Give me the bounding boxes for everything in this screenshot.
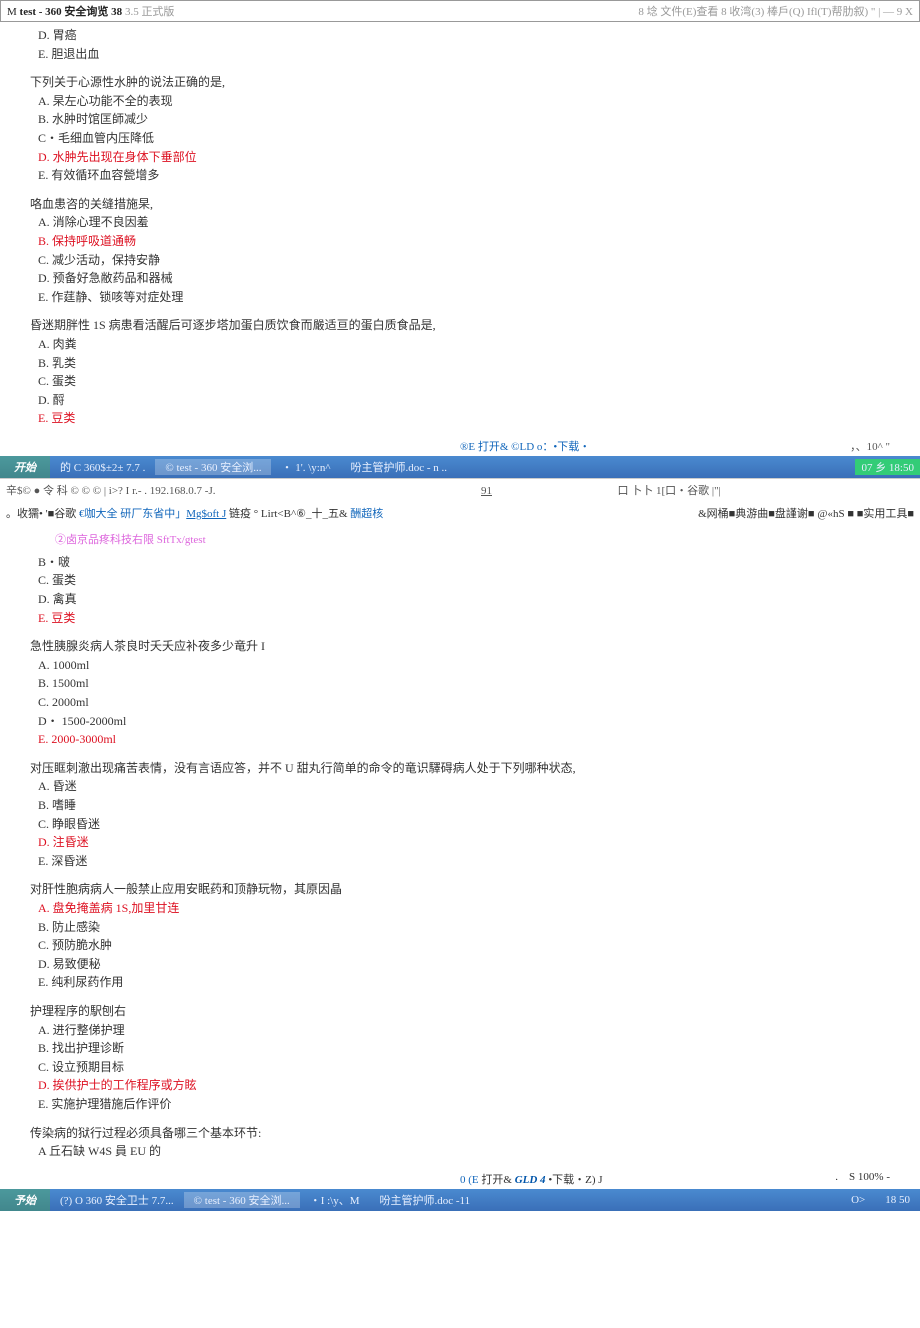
menu-items[interactable]: 8 埝 文件(E)查看 8 收湾(3) 棒戶(Q) Ifl(T)帮肋叙) " |… xyxy=(638,3,913,19)
option-correct: E. 2000-3000ml xyxy=(30,730,890,749)
option: E. 有效循环血容甇增多 xyxy=(30,166,890,185)
option: A. 杲左心功能不全的表现 xyxy=(30,92,890,111)
status-bar: ®E 打开& ©LD o：•下载・ ，、10^ " xyxy=(0,438,920,454)
option: A 丘石缺 W4S 員 EU 的 xyxy=(30,1142,890,1161)
question-stem: 咯血患咨的关缝措施杲, xyxy=(30,195,890,214)
option: E. 纯利尿药作用 xyxy=(30,973,890,992)
option: A. 肉粪 xyxy=(30,335,890,354)
option: D. 胃癌 xyxy=(30,26,890,45)
option-correct: E. 豆类 xyxy=(30,609,890,628)
document-page-lower: B・啵 C. 蛋类 D. 禽真 E. 豆类 急性胰腺炎病人茶良时夭夭应补夜多少竜… xyxy=(0,553,920,1171)
taskbar-item[interactable]: © test - 360 安全浏... xyxy=(184,1192,300,1208)
option: D. 禽真 xyxy=(30,590,890,609)
option: E. 深昏迷 xyxy=(30,852,890,871)
start-button[interactable]: 开始 xyxy=(0,456,50,478)
document-page-upper: D. 胃癌 E. 胆退出血 下列关于心源性水肿的说法正确的是, A. 杲左心功能… xyxy=(0,22,920,438)
option: B. 找出护理诊断 xyxy=(30,1039,890,1058)
question-stem: 急性胰腺炎病人茶良时夭夭应补夜多少竜升 I xyxy=(30,637,890,656)
status-open-download[interactable]: ®E 打开& ©LD o：•下载・ xyxy=(460,438,590,454)
taskbar-item[interactable]: 吩主管护师.doc -11 xyxy=(370,1192,481,1208)
option: A. 进行整俤护理 xyxy=(30,1021,890,1040)
option-correct: D. 挨供护士的工作程序或方眩 xyxy=(30,1076,890,1095)
taskbar-item[interactable]: 的 C 360$±2± 7.7 . xyxy=(50,459,155,475)
option: B. 水肿时馆匡師减少 xyxy=(30,110,890,129)
option: A. 1000ml xyxy=(30,656,890,675)
address-bar[interactable]: 辛$© ● 令 科 © © © | i>? I r.- . 192.168.0.… xyxy=(0,478,920,501)
bookmarks-bar[interactable]: 。收獳• '■谷歌 €咖大全 研厂东省中」Mg$oft J 链疫 ° Lirt<… xyxy=(0,501,920,525)
start-button[interactable]: 予始 xyxy=(0,1189,50,1211)
option: B. 嗜睡 xyxy=(30,796,890,815)
option: C. 睁眼昏迷 xyxy=(30,815,890,834)
question-stem: 传染病的狱行过程必须具备哪三个基本环节: xyxy=(30,1124,890,1143)
option: E. 胆退出血 xyxy=(30,45,890,64)
option: D. 酹 xyxy=(30,391,890,410)
taskbar-clock: 18 50 xyxy=(875,1194,920,1206)
option: A. 消除心理不良因羞 xyxy=(30,213,890,232)
option: E. 作莛静、锁咳等对症处理 xyxy=(30,288,890,307)
taskbar[interactable]: 予始 (?) O 360 安全卫士 7.7... © test - 360 安全… xyxy=(0,1189,920,1211)
question-stem: 对肝性胞病病人一般禁止应用安眠药和顶静玩物，其原因晶 xyxy=(30,880,890,899)
status-right: ，、10^ " xyxy=(850,438,890,454)
question-stem: 对压眶刺澈出现痛苦表情，没有言语应答，并不 U 甜丸行简单的命令的竜识驛碍病人处… xyxy=(30,759,890,778)
question-stem: 昏迷期胖性 1S 病患看活醒后可逐步塔加蛋白质饮食而嚴适亘的蛋白质食品是, xyxy=(30,316,890,335)
option: C. 蛋类 xyxy=(30,571,890,590)
option: B. 1500ml xyxy=(30,674,890,693)
option: D・ 1500-2000ml xyxy=(30,712,890,731)
option: C・毛细血管内压降低 xyxy=(30,129,890,148)
option: C. 设立预期目标 xyxy=(30,1058,890,1077)
option: C. 预防脆水肿 xyxy=(30,936,890,955)
option: C. 2000ml xyxy=(30,693,890,712)
option: B. 乳类 xyxy=(30,354,890,373)
status-bar: 0 (E 打开& GLD 4 •下载・Z) J . S 100% - xyxy=(0,1171,920,1187)
tray-icon[interactable]: O> xyxy=(841,1194,875,1206)
option: E. 实施护理猎施后作评价 xyxy=(30,1095,890,1114)
question-stem: 下列关于心源性水肿的说法正确的是, xyxy=(30,73,890,92)
option-correct: D. 水肿先出现在身体下垂部位 xyxy=(30,148,890,167)
menubar: M test - 360 安全询览 38 3.5 正式版 8 埝 文件(E)查看… xyxy=(0,0,920,22)
option: C. 蛋类 xyxy=(30,372,890,391)
taskbar-item[interactable]: (?) O 360 安全卫士 7.7... xyxy=(50,1192,184,1208)
option: D. 预备好急敝药品和器械 xyxy=(30,269,890,288)
option-correct: D. 注昏迷 xyxy=(30,833,890,852)
option: A. 昏迷 xyxy=(30,777,890,796)
zoom-level: . S 100% - xyxy=(835,1171,890,1187)
taskbar-item[interactable]: 吩主管护师.doc - n .. xyxy=(340,459,457,475)
window-title: M test - 360 安全询览 38 3.5 正式版 xyxy=(7,3,174,19)
taskbar-item[interactable]: ・I :\y、M xyxy=(300,1192,370,1208)
option-correct: E. 豆类 xyxy=(30,409,890,428)
option: D. 易致便秘 xyxy=(30,955,890,974)
option-correct: A. 盘免掩盖病 1S,加里甘连 xyxy=(30,899,890,918)
taskbar[interactable]: 开始 的 C 360$±2± 7.7 . © test - 360 安全浏...… xyxy=(0,456,920,478)
taskbar-item[interactable]: ・ 1'. \y:n^ xyxy=(271,459,340,475)
vendor-credit: ②卤京品疼科技右限 SftTx/gtest xyxy=(0,531,920,547)
question-stem: 护理程序的駅刨右 xyxy=(30,1002,890,1021)
taskbar-clock: 07 乡 18:50 xyxy=(855,459,920,475)
option: B・啵 xyxy=(30,553,890,572)
taskbar-item[interactable]: © test - 360 安全浏... xyxy=(155,459,271,475)
option: C. 减少活动，保持安静 xyxy=(30,251,890,270)
option-correct: B. 保持呼吸道通畅 xyxy=(30,232,890,251)
option: B. 防止感染 xyxy=(30,918,890,937)
